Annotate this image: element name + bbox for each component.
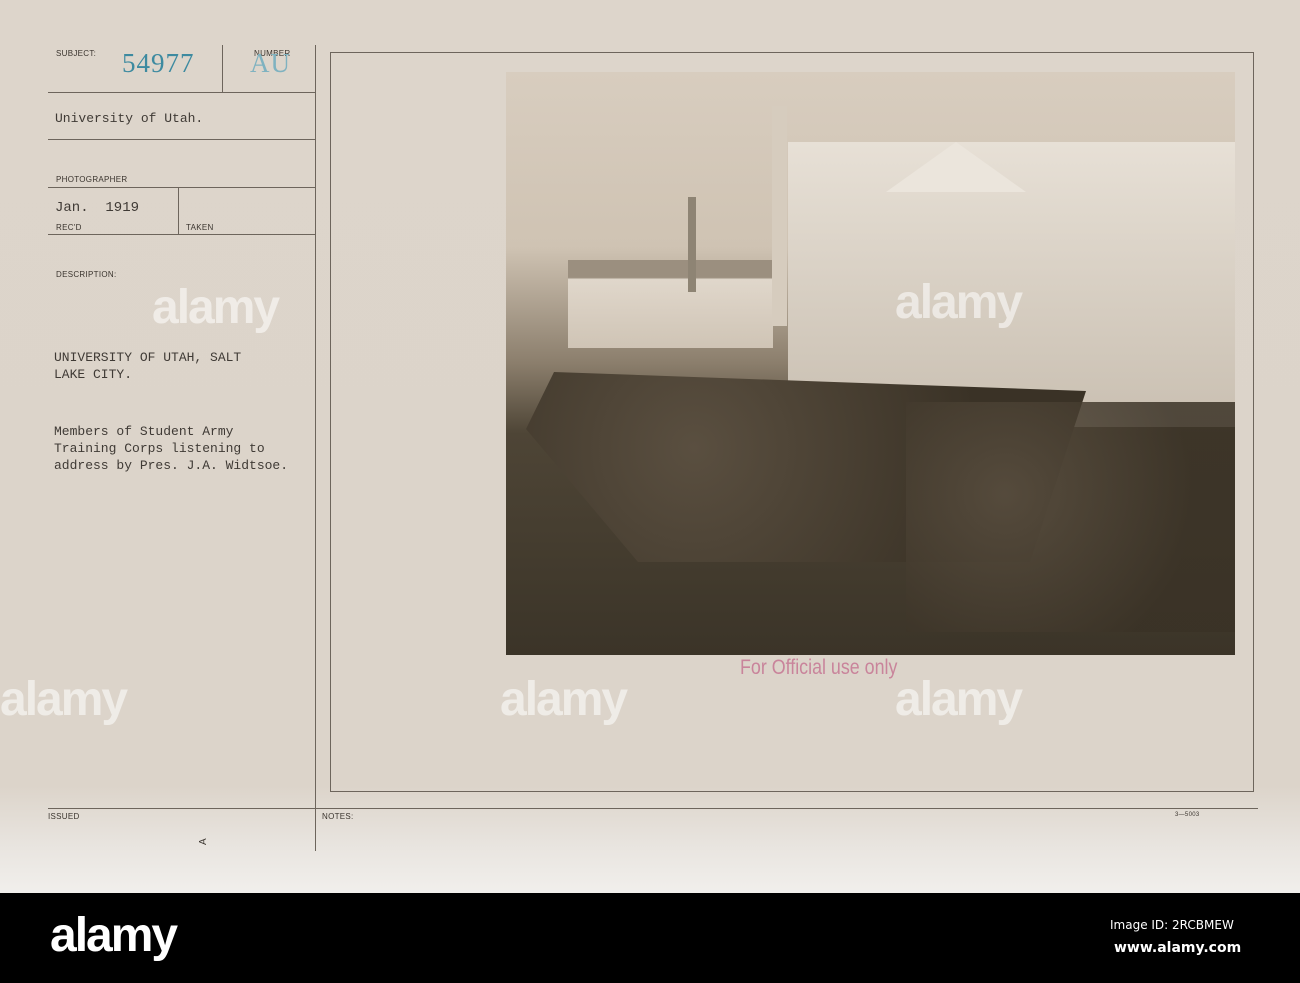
watermark: alamy (0, 673, 128, 726)
watermark: alamy (895, 276, 1023, 329)
watermark: alamy (500, 673, 628, 726)
photo-smokestack (688, 197, 696, 292)
divider (48, 234, 315, 235)
taken-label: TAKEN (186, 223, 214, 232)
issued-mark: A (197, 838, 209, 845)
photo-smokestack (772, 106, 787, 326)
divider (48, 92, 315, 93)
divider (178, 187, 179, 234)
watermark: alamy (152, 281, 280, 334)
divider (48, 139, 315, 140)
watermark: alamy (895, 673, 1023, 726)
photo-spectators (906, 402, 1235, 632)
received-label: REC'D (56, 223, 82, 232)
form-number: 3—5003 (1175, 812, 1200, 818)
image-id: Image ID: 2RCBMEW (1110, 918, 1234, 932)
notes-label: NOTES: (322, 812, 354, 821)
description-title: UNIVERSITY OF UTAH, SALT LAKE CITY. (54, 350, 242, 382)
archival-card: SUBJECT: 54977 NUMBER AU University of U… (0, 0, 1300, 893)
subject-label: SUBJECT: (56, 49, 97, 58)
number-value: AU (250, 48, 291, 78)
received-date: Jan. 1919 (55, 200, 140, 216)
description-body: Members of Student Army Training Corps l… (54, 424, 289, 473)
issued-label: ISSUED (48, 812, 80, 821)
subject-number: 54977 (122, 48, 195, 78)
official-use-stamp: For Official use only (740, 656, 898, 679)
divider (48, 187, 315, 188)
description-label: DESCRIPTION: (56, 270, 117, 279)
alamy-logo: alamy (50, 909, 178, 962)
divider (48, 808, 1258, 809)
photographer-label: PHOTOGRAPHER (56, 175, 128, 184)
divider (315, 45, 316, 851)
subject-text: University of Utah. (55, 111, 204, 126)
footer-bar (0, 893, 1300, 983)
divider (222, 45, 223, 92)
site-url[interactable]: www.alamy.com (1114, 940, 1241, 956)
photograph (506, 72, 1235, 655)
photo-building-left (568, 260, 773, 348)
